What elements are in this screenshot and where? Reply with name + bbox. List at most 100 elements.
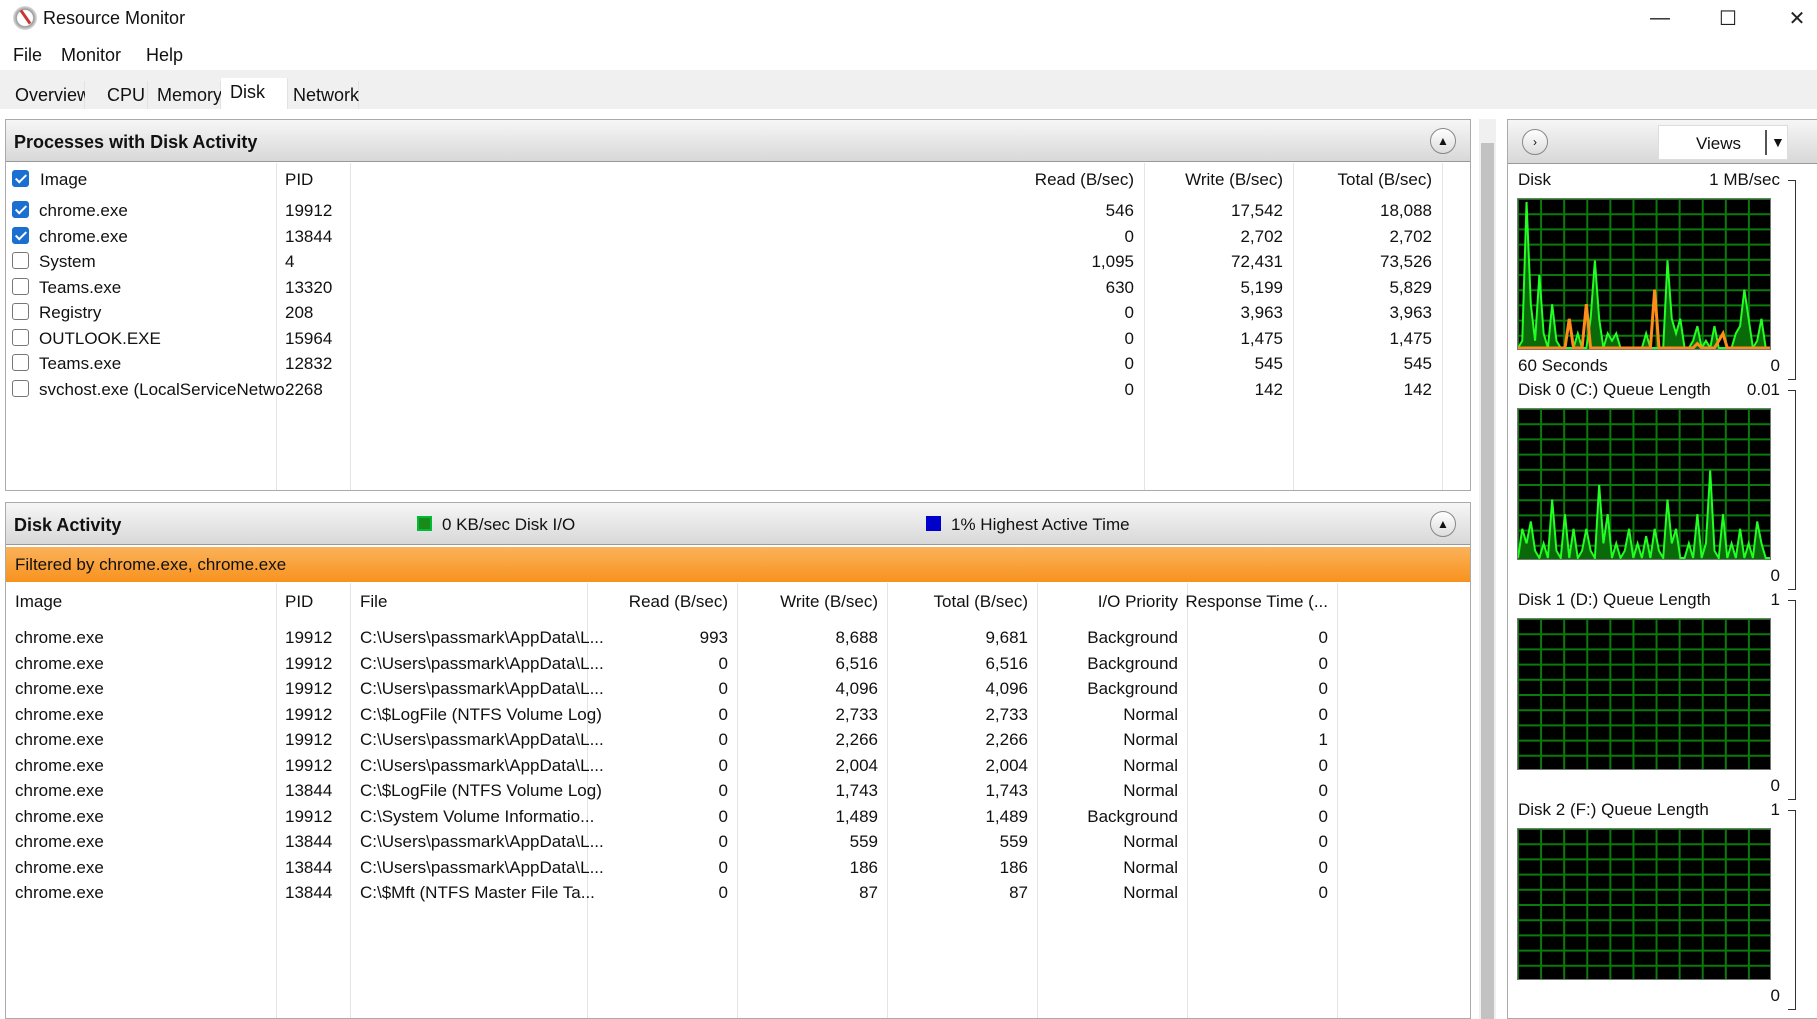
active-time-label: 1% Highest Active Time: [951, 515, 1130, 534]
table-row[interactable]: chrome.exe 19912 546 17,542 18,088: [6, 197, 1446, 222]
cell-pid: 2268: [285, 379, 323, 399]
cell-pid: 19912: [285, 755, 333, 775]
cell-image: chrome.exe: [15, 857, 104, 877]
cell-response-time: 0: [1318, 832, 1328, 851]
process-checkbox[interactable]: [12, 354, 29, 371]
processes-header[interactable]: Processes with Disk Activity: [6, 120, 1470, 162]
cell-image: chrome.exe: [15, 755, 104, 775]
table-row[interactable]: System 4 1,095 72,431 73,526: [6, 248, 1446, 273]
disk-activity-title: Disk Activity: [14, 515, 122, 535]
main-scrollbar[interactable]: [1479, 119, 1496, 1019]
process-checkbox[interactable]: [12, 201, 29, 218]
cell-image: svchost.exe (LocalServiceNetwo...: [39, 379, 299, 399]
cell-pid: 19912: [285, 201, 333, 220]
cell-response-time: 0: [1318, 781, 1328, 800]
cell-response-time: 0: [1318, 679, 1328, 698]
column-header-response-time[interactable]: Response Time (...: [1128, 592, 1328, 612]
collapse-up-icon[interactable]: ▲: [1430, 128, 1456, 154]
cell-total: 5,829: [1389, 277, 1432, 297]
cell-pid: 19912: [285, 628, 333, 647]
table-row[interactable]: chrome.exe 19912 C:\Users\passmark\AppData…: [6, 628, 1470, 653]
cell-response-time: 0: [1318, 755, 1328, 775]
column-header-file[interactable]: File: [360, 592, 387, 612]
column-header-total[interactable]: Total (B/sec): [1232, 170, 1432, 190]
column-header-image[interactable]: Image: [40, 170, 87, 190]
maximize-button[interactable]: ☐: [1696, 0, 1760, 37]
tab-overview[interactable]: Overview: [7, 81, 90, 109]
scrollbar-thumb[interactable]: [1481, 143, 1494, 1019]
table-row[interactable]: Teams.exe 12832 0 545 545: [6, 350, 1446, 375]
tab-cpu[interactable]: CPU: [85, 81, 148, 109]
graph-max-label: 1: [1770, 800, 1780, 819]
graph-title: Disk: [1518, 170, 1552, 189]
collapse-up-icon[interactable]: ▲: [1430, 511, 1456, 537]
cell-total: 18,088: [1380, 201, 1432, 220]
menu-file[interactable]: File: [13, 45, 42, 66]
cell-pid: 13844: [285, 832, 333, 851]
views-dropdown[interactable]: Views ▼: [1658, 125, 1788, 160]
table-row[interactable]: chrome.exe 13844 C:\$LogFile (NTFS Volume …: [6, 781, 1470, 806]
chevron-right-icon[interactable]: ›: [1522, 129, 1548, 155]
title-bar: Resource Monitor — ☐ ✕: [0, 0, 1817, 37]
process-checkbox[interactable]: [12, 277, 29, 295]
cell-total: 3,963: [1389, 303, 1432, 322]
process-checkbox[interactable]: [12, 328, 29, 346]
resource-monitor-icon: [13, 6, 37, 30]
menu-monitor[interactable]: Monitor: [61, 45, 121, 66]
cell-image: chrome.exe: [39, 201, 128, 220]
table-row[interactable]: chrome.exe 19912 C:\System Volume Informat…: [6, 807, 1470, 832]
table-row[interactable]: chrome.exe 13844 C:\Users\passmark\AppData…: [6, 858, 1470, 883]
cell-image: chrome.exe: [15, 704, 104, 724]
cell-image: Teams.exe: [39, 277, 122, 297]
graph-plot: [1518, 829, 1770, 979]
cell-total: 1,475: [1389, 328, 1432, 348]
minimize-button[interactable]: —: [1628, 0, 1692, 37]
cell-image: chrome.exe: [15, 679, 104, 698]
tab-network-label: Network: [293, 85, 360, 105]
column-header-pid[interactable]: PID: [285, 170, 313, 190]
disk-io-label: 0 KB/sec Disk I/O: [442, 515, 576, 534]
graph-2: [1517, 618, 1771, 770]
select-all-checkbox[interactable]: [12, 170, 29, 187]
active-time-legend-icon: [926, 516, 941, 531]
table-row[interactable]: OUTLOOK.EXE 15964 0 1,475 1,475: [6, 325, 1446, 350]
disk-activity-table: Image PID File Read (B/sec) Write (B/sec) Tot…: [6, 583, 1470, 1018]
table-row[interactable]: chrome.exe 13844 0 2,702 2,702: [6, 223, 1446, 248]
column-header-image[interactable]: Image: [15, 592, 62, 612]
disk-activity-header[interactable]: Disk Activity: [6, 503, 1470, 545]
graph-0: [1517, 198, 1771, 350]
table-row[interactable]: chrome.exe 13844 C:\Users\passmark\AppData…: [6, 832, 1470, 857]
table-row[interactable]: chrome.exe 19912 C:\Users\passmark\AppData…: [6, 756, 1470, 781]
graph-min-label: 0: [1770, 356, 1780, 375]
menu-help[interactable]: Help: [146, 45, 183, 66]
table-row[interactable]: chrome.exe 19912 C:\Users\passmark\AppData…: [6, 679, 1470, 704]
process-checkbox[interactable]: [12, 303, 29, 320]
tab-disk[interactable]: Disk: [221, 78, 288, 109]
cell-pid: 13844: [285, 226, 333, 246]
series-line-total: [1518, 470, 1770, 559]
table-row[interactable]: chrome.exe 19912 C:\Users\passmark\AppData…: [6, 654, 1470, 679]
dropdown-divider: [1765, 130, 1767, 155]
graph-plot: [1518, 199, 1770, 349]
table-row[interactable]: chrome.exe 13844 C:\$Mft (NTFS Master File…: [6, 883, 1470, 908]
process-checkbox[interactable]: [12, 226, 29, 244]
table-row[interactable]: Registry 208 0 3,963 3,963: [6, 299, 1446, 324]
tab-network[interactable]: Network: [288, 81, 359, 109]
table-row[interactable]: chrome.exe 19912 C:\Users\passmark\AppData…: [6, 730, 1470, 755]
cell-total: 142: [1403, 379, 1432, 399]
graph-min-label: 0: [1770, 986, 1780, 1005]
tab-memory[interactable]: Memory: [148, 81, 222, 109]
table-row[interactable]: svchost.exe (LocalServiceNetwo... 2268 0 14…: [6, 376, 1446, 401]
column-header-pid[interactable]: PID: [285, 592, 313, 612]
process-checkbox[interactable]: [12, 252, 29, 269]
process-checkbox[interactable]: [12, 379, 29, 397]
cell-pid: 19912: [285, 679, 333, 698]
cell-response-time: 0: [1318, 857, 1328, 877]
cell-total: 73,526: [1380, 252, 1432, 271]
graph-time-label: 60 Seconds: [1518, 356, 1608, 375]
cell-pid: 13844: [285, 883, 333, 902]
cell-response-time: 0: [1318, 704, 1328, 724]
table-row[interactable]: chrome.exe 19912 C:\$LogFile (NTFS Volume …: [6, 705, 1470, 730]
close-button[interactable]: ✕: [1765, 0, 1817, 37]
table-row[interactable]: Teams.exe 13320 630 5,199 5,829: [6, 274, 1446, 299]
